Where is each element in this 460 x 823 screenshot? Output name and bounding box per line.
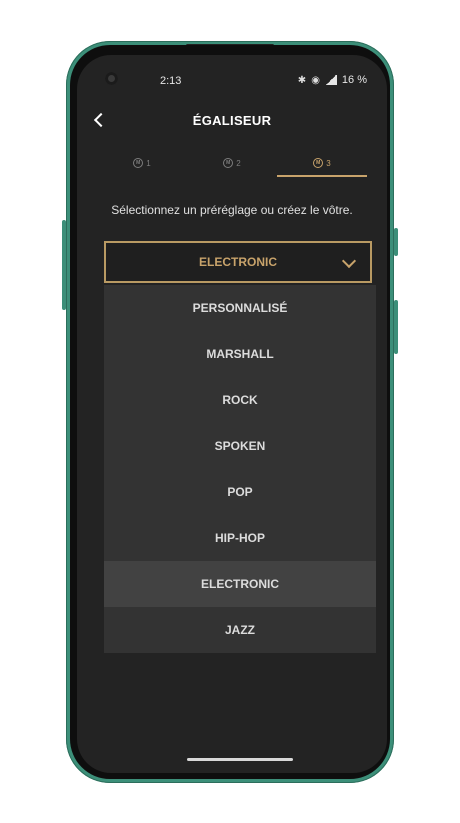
preset-prompt: Sélectionnez un préréglage ou créez le v… [111,203,353,217]
tab-1[interactable]: M 1 [97,149,187,177]
option-personnalise[interactable]: PERSONNALISÉ [104,285,376,331]
marshall-m-icon: M [313,158,324,168]
battery-text: 16 % [341,74,367,86]
tab-label: 1 [146,158,151,168]
screen: 2:13 ✱ ◉ 16 % ÉGALISEUR M 1 M 2 M 3 Séle… [77,55,387,773]
preset-select[interactable]: ELECTRONIC [104,241,372,283]
signal-icon [324,75,337,85]
status-icons: ✱ ◉ 16 % [298,74,367,86]
tab-label: 3 [326,158,331,168]
marshall-m-icon: M [133,158,144,168]
preset-select-value: ELECTRONIC [199,255,277,269]
phone-bezel: 2:13 ✱ ◉ 16 % ÉGALISEUR M 1 M 2 M 3 Séle… [70,45,390,779]
power-button [394,300,398,354]
option-jazz[interactable]: JAZZ [104,607,376,653]
status-time: 2:13 [160,75,182,87]
volume-button [62,220,66,310]
alert-slider [394,228,398,256]
option-spoken[interactable]: SPOKEN [104,423,376,469]
marshall-m-icon: M [223,158,234,168]
option-pop[interactable]: POP [104,469,376,515]
bluetooth-icon: ✱ [297,74,307,86]
chevron-down-icon [341,253,357,269]
option-marshall[interactable]: MARSHALL [104,331,376,377]
home-indicator[interactable] [187,758,293,761]
camera-icon [105,72,118,85]
option-rock[interactable]: ROCK [104,377,376,423]
tab-label: 2 [236,158,241,168]
option-electronic[interactable]: ELECTRONIC [104,561,376,607]
option-hip-hop[interactable]: HIP-HOP [104,515,376,561]
wifi-icon: ◉ [311,74,320,86]
preset-dropdown: PERSONNALISÉ MARSHALL ROCK SPOKEN POP HI… [104,285,376,653]
preset-tabs: M 1 M 2 M 3 [97,149,367,177]
tab-2[interactable]: M 2 [187,149,277,177]
tab-3[interactable]: M 3 [277,149,367,177]
phone-frame: 2:13 ✱ ◉ 16 % ÉGALISEUR M 1 M 2 M 3 Séle… [66,41,394,783]
page-title: ÉGALISEUR [192,113,272,128]
